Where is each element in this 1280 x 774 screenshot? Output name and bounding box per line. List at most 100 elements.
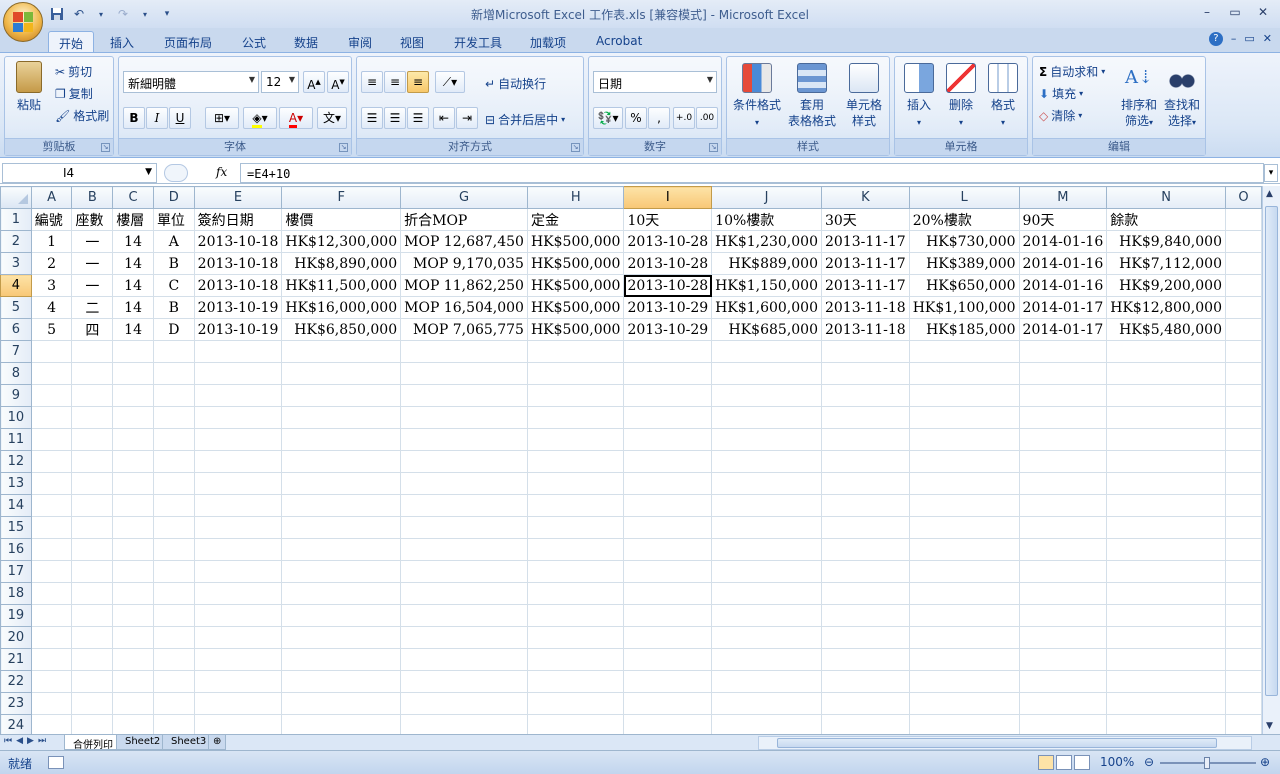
cell[interactable] (193, 472, 283, 495)
prev-sheet-icon[interactable]: ◀ (16, 736, 23, 746)
cell[interactable] (1224, 340, 1262, 363)
cell[interactable]: 2013-10-28 (623, 230, 713, 253)
cell[interactable] (193, 714, 283, 734)
cell[interactable] (152, 670, 195, 693)
cell[interactable] (281, 670, 402, 693)
cell[interactable]: 四 (71, 318, 114, 341)
cell[interactable]: HK$500,000 (526, 230, 625, 253)
cell[interactable] (152, 714, 195, 734)
cell[interactable]: 簽約日期 (193, 208, 283, 231)
cell[interactable] (623, 560, 713, 583)
page-break-view-icon[interactable] (1074, 755, 1090, 770)
cell[interactable]: HK$1,230,000 (711, 230, 822, 253)
cell[interactable] (281, 428, 402, 451)
cell[interactable] (711, 648, 822, 671)
cell[interactable]: 1 (30, 230, 73, 253)
cell[interactable] (1106, 670, 1226, 693)
cell[interactable] (112, 560, 154, 583)
cell[interactable] (711, 714, 822, 734)
cell[interactable] (193, 582, 283, 605)
cell[interactable] (820, 516, 910, 539)
increase-indent-button[interactable]: ⇥ (456, 107, 478, 129)
cell[interactable]: HK$11,500,000 (281, 274, 402, 297)
copy-button[interactable]: ❐ 复制 (55, 85, 93, 102)
insert-cells-button[interactable]: 插入 ▾ (899, 63, 939, 131)
cell[interactable] (30, 450, 73, 473)
shrink-font-button[interactable]: A▼ (327, 71, 349, 93)
cell[interactable] (1018, 450, 1108, 473)
fill-color-button[interactable]: ◈▾ (243, 107, 277, 129)
row-header[interactable]: 19 (0, 604, 32, 627)
row-header[interactable]: 18 (0, 582, 32, 605)
cell[interactable] (193, 626, 283, 649)
cell[interactable] (112, 428, 154, 451)
row-header[interactable]: 2 (0, 230, 32, 253)
cell[interactable] (908, 384, 1020, 407)
cell[interactable] (1224, 362, 1262, 385)
cell[interactable]: HK$5,480,000 (1106, 318, 1226, 341)
cell[interactable] (193, 340, 283, 363)
cell[interactable] (526, 604, 625, 627)
cell[interactable]: 10%樓款 (711, 208, 822, 231)
column-header-n[interactable]: N (1106, 186, 1226, 209)
cell[interactable] (400, 648, 528, 671)
cell[interactable] (1224, 626, 1262, 649)
cell[interactable] (400, 428, 528, 451)
cell[interactable] (623, 582, 713, 605)
paste-button[interactable]: 粘贴 (9, 61, 49, 113)
cell[interactable] (30, 714, 73, 734)
cell[interactable]: MOP 16,504,000 (400, 296, 528, 319)
cell[interactable] (1224, 230, 1262, 253)
cell[interactable]: HK$500,000 (526, 252, 625, 275)
cell[interactable]: HK$650,000 (908, 274, 1020, 297)
cell[interactable] (1018, 340, 1108, 363)
delete-cells-button[interactable]: 删除 ▾ (941, 63, 981, 131)
cell[interactable] (30, 384, 73, 407)
cell[interactable] (1018, 516, 1108, 539)
cell[interactable]: 2014-01-17 (1018, 318, 1108, 341)
row-header[interactable]: 14 (0, 494, 32, 517)
cell[interactable] (908, 692, 1020, 715)
cell[interactable] (281, 692, 402, 715)
cell[interactable]: 14 (112, 274, 154, 297)
cell[interactable] (820, 428, 910, 451)
cell[interactable] (400, 362, 528, 385)
cell[interactable] (400, 560, 528, 583)
scroll-up-icon[interactable]: ▲ (1266, 189, 1273, 199)
cell[interactable] (400, 538, 528, 561)
cell[interactable] (623, 626, 713, 649)
decrease-decimal-button[interactable]: .00 (696, 107, 718, 129)
cell[interactable] (193, 560, 283, 583)
cell[interactable] (1106, 406, 1226, 429)
cell[interactable] (711, 472, 822, 495)
cell[interactable] (1018, 670, 1108, 693)
cell[interactable]: 5 (30, 318, 73, 341)
cell[interactable] (1106, 428, 1226, 451)
cell[interactable] (193, 538, 283, 561)
cell[interactable] (1018, 560, 1108, 583)
cell[interactable]: A (152, 230, 195, 253)
cell[interactable]: 10天 (623, 208, 713, 231)
conditional-format-button[interactable]: 条件格式 ▾ (731, 63, 783, 131)
cell[interactable] (71, 538, 114, 561)
cell[interactable] (820, 406, 910, 429)
cell[interactable] (1224, 516, 1262, 539)
cell[interactable] (820, 472, 910, 495)
cell[interactable] (1106, 340, 1226, 363)
cell[interactable] (1106, 450, 1226, 473)
cell[interactable] (30, 340, 73, 363)
tab-view[interactable]: 视图 (390, 31, 434, 52)
cell[interactable]: 2013-10-18 (193, 274, 283, 297)
cell[interactable] (1106, 494, 1226, 517)
cell[interactable] (1224, 428, 1262, 451)
align-middle-button[interactable]: ≡ (384, 71, 406, 93)
cell[interactable] (623, 670, 713, 693)
cell[interactable] (1224, 208, 1262, 231)
align-right-button[interactable]: ☰ (407, 107, 429, 129)
cell[interactable] (1018, 362, 1108, 385)
tab-data[interactable]: 数据 (284, 31, 328, 52)
column-header-i[interactable]: I (623, 186, 713, 209)
cell[interactable] (400, 714, 528, 734)
cell[interactable] (526, 340, 625, 363)
cell[interactable] (193, 670, 283, 693)
